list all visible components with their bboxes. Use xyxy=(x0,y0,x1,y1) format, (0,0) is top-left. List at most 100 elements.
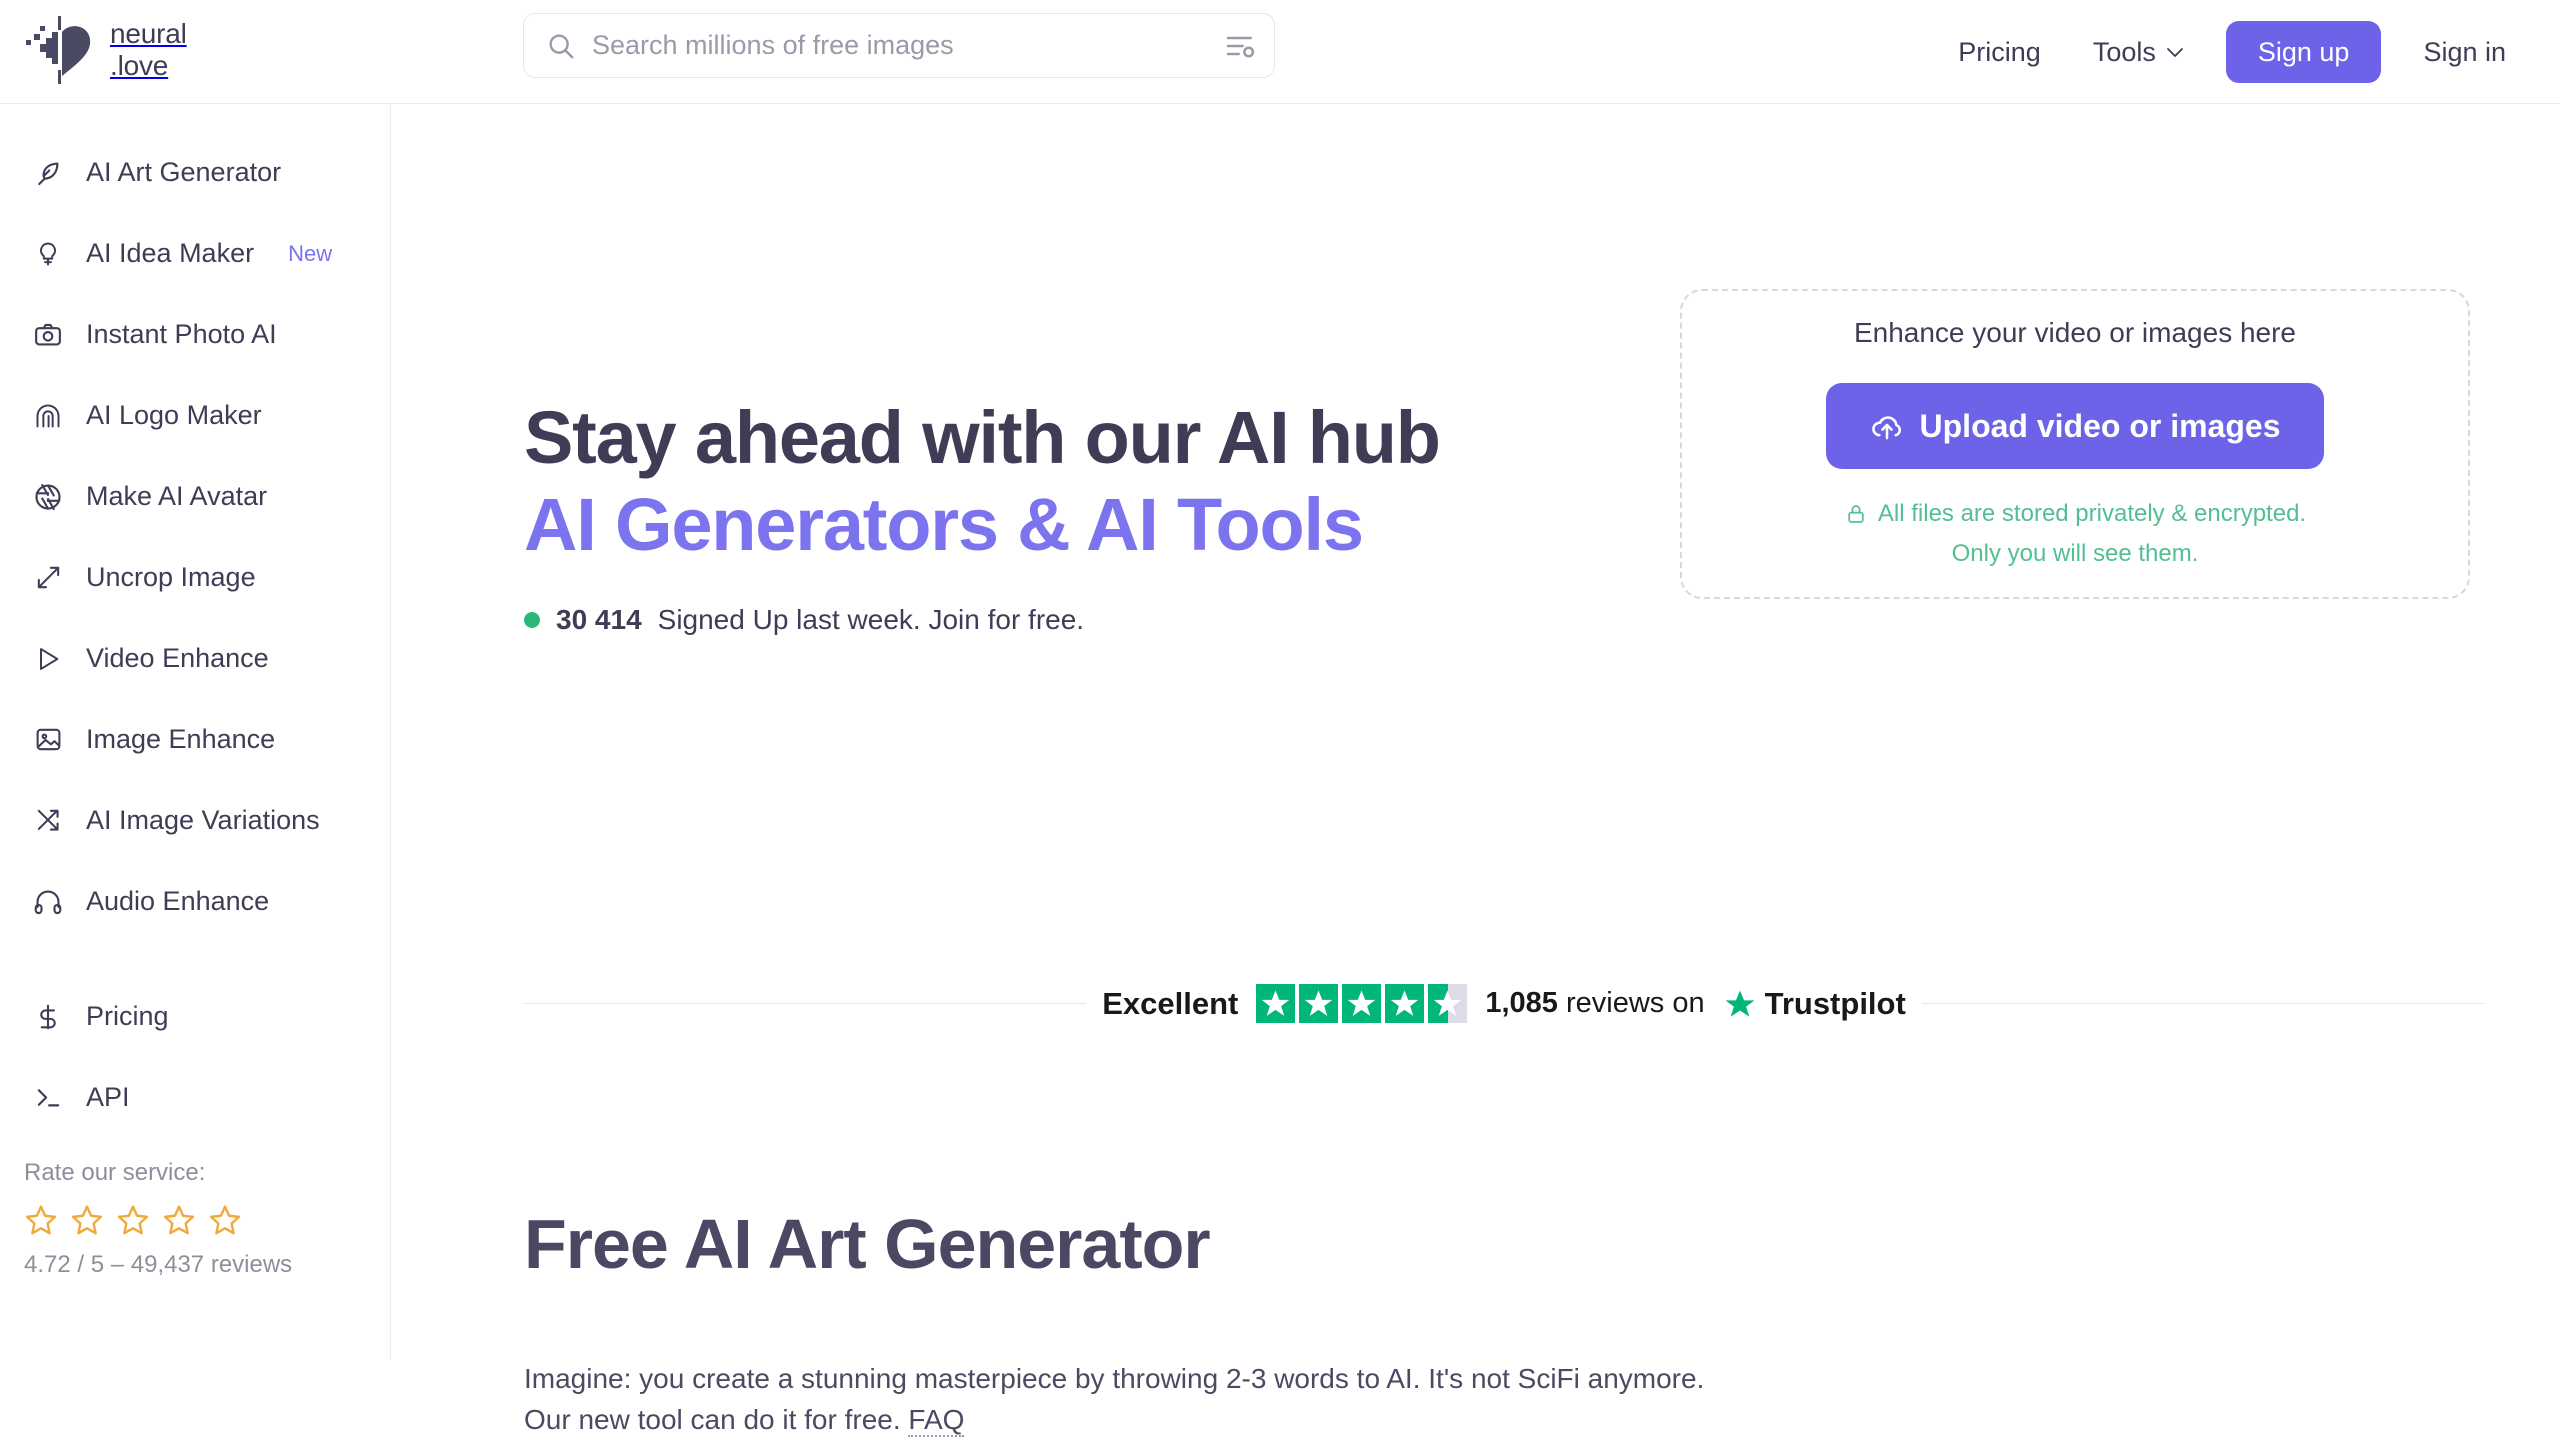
terminal-icon xyxy=(32,1082,64,1114)
trustpilot-star-box xyxy=(1342,984,1382,1023)
divider-right xyxy=(1921,1003,2485,1004)
sidebar-badge-new: New xyxy=(288,240,333,266)
upload-dropzone[interactable]: Enhance your video or images here Upload… xyxy=(1680,289,2470,599)
trustpilot-star-box-half xyxy=(1428,984,1468,1023)
sidebar-item-video-enhance[interactable]: Video Enhance xyxy=(0,618,390,699)
trustpilot-brand[interactable]: Trustpilot xyxy=(1723,986,1906,1022)
sidebar-item-label: Instant Photo AI xyxy=(86,319,277,349)
trustpilot-star-box xyxy=(1385,984,1425,1023)
signup-count: 30 414 xyxy=(556,604,642,635)
shuffle-icon xyxy=(32,805,64,837)
nav-pricing[interactable]: Pricing xyxy=(1932,37,2067,68)
play-triangle-icon xyxy=(32,643,64,675)
aperture-icon xyxy=(32,481,64,513)
trustpilot-stars xyxy=(1256,984,1468,1023)
section-title: Free AI Art Generator xyxy=(524,1205,1211,1283)
sidebar-item-uncrop-image[interactable]: Uncrop Image xyxy=(0,537,390,618)
sign-up-button[interactable]: Sign up xyxy=(2225,21,2382,83)
star-outline-icon[interactable] xyxy=(70,1203,104,1237)
sidebar-item-label: Pricing xyxy=(86,1001,169,1031)
filter-settings-icon[interactable] xyxy=(1224,30,1256,62)
privacy-note: All files are stored privately & encrypt… xyxy=(1844,497,2306,570)
trustpilot-star-box xyxy=(1299,984,1339,1023)
sidebar-item-api[interactable]: API xyxy=(0,1057,390,1138)
section-body-line1: Imagine: you create a stunning masterpie… xyxy=(524,1363,1705,1394)
sidebar-item-ai-art-generator[interactable]: AI Art Generator xyxy=(0,132,390,213)
rate-our-service-block: Rate our service: 4.72 / 5 – 49,437 revi… xyxy=(24,1159,374,1279)
expand-diagonal-icon xyxy=(32,562,64,594)
rate-title: Rate our service: xyxy=(24,1159,206,1186)
hero-title-line1: Stay ahead with our AI hub xyxy=(524,396,1441,479)
sidebar-item-instant-photo-ai[interactable]: Instant Photo AI xyxy=(0,294,390,375)
dropzone-title: Enhance your video or images here xyxy=(1853,317,2297,349)
sidebar-item-label: Uncrop Image xyxy=(86,562,256,592)
brand-logo[interactable]: neural .love xyxy=(24,16,187,84)
divider-left xyxy=(524,1003,1087,1004)
sidebar-item-image-enhance[interactable]: Image Enhance xyxy=(0,699,390,780)
sidebar-item-label: Audio Enhance xyxy=(86,886,270,916)
faq-link[interactable]: FAQ xyxy=(908,1403,965,1437)
top-navigation: Pricing Tools Sign up Sign in xyxy=(1932,0,2532,104)
chevron-down-icon xyxy=(2166,47,2183,57)
privacy-note-line2: Only you will see them. xyxy=(1951,539,2199,567)
star-outline-icon[interactable] xyxy=(24,1203,58,1237)
section-body-line2: Our new tool can do it for free. FAQ xyxy=(524,1400,1704,1441)
nav-tools[interactable]: Tools xyxy=(2067,37,2210,68)
lock-icon xyxy=(1848,505,1864,524)
pixel-heart-icon xyxy=(26,16,91,84)
sidebar-item-label: Make AI Avatar xyxy=(86,481,268,511)
trustpilot-brand-label: Trustpilot xyxy=(1764,985,1906,1021)
sidebar-item-ai-logo-maker[interactable]: AI Logo Maker xyxy=(0,375,390,456)
star-outline-icon[interactable] xyxy=(116,1203,150,1237)
search-icon xyxy=(549,33,574,58)
nav-sign-in[interactable]: Sign in xyxy=(2397,37,2532,68)
star-outline-icon[interactable] xyxy=(208,1203,242,1237)
upload-button-label: Upload video or images xyxy=(1919,407,2281,444)
search-input[interactable] xyxy=(592,30,1214,61)
brand-name: neural .love xyxy=(110,18,187,81)
sidebar-item-make-ai-avatar[interactable]: Make AI Avatar xyxy=(0,456,390,537)
sidebar-item-label: API xyxy=(86,1082,130,1112)
arch-logo-icon xyxy=(32,400,64,432)
upload-button[interactable]: Upload video or images xyxy=(1825,383,2325,470)
rating-stars[interactable] xyxy=(24,1203,374,1237)
sidebar-item-ai-idea-maker[interactable]: AI Idea Maker New xyxy=(0,213,390,294)
search-bar[interactable] xyxy=(523,13,1275,78)
nav-pricing-label: Pricing xyxy=(1958,36,2041,67)
headphones-icon xyxy=(32,886,64,918)
main-content: Stay ahead with our AI hub AI Generators… xyxy=(391,104,2560,1437)
privacy-note-line1: All files are stored privately & encrypt… xyxy=(1877,500,2307,528)
hero-title-line2: AI Generators & AI Tools xyxy=(524,483,1364,567)
brand-name-line2: .love xyxy=(110,50,169,81)
sidebar-item-label: Video Enhance xyxy=(86,643,269,673)
trustpilot-star-icon xyxy=(1725,990,1755,1017)
sidebar-item-label: AI Art Generator xyxy=(86,157,282,187)
star-outline-icon[interactable] xyxy=(162,1203,196,1237)
sidebar-item-audio-enhance[interactable]: Audio Enhance xyxy=(0,861,390,942)
rate-summary: 4.72 / 5 – 49,437 reviews xyxy=(24,1251,293,1278)
nav-tools-label: Tools xyxy=(2092,36,2156,67)
section-body-line2-text: Our new tool can do it for free. xyxy=(524,1403,909,1435)
image-icon xyxy=(32,724,64,756)
sidebar-item-label: Image Enhance xyxy=(86,724,276,754)
top-header: neural .love Pricing Tools Sign up Sign … xyxy=(0,0,2560,104)
camera-icon xyxy=(32,319,64,351)
dollar-icon xyxy=(32,1001,64,1033)
trustpilot-rating-word: Excellent xyxy=(1102,985,1239,1021)
status-dot-icon xyxy=(524,612,540,628)
nav-sign-in-label: Sign in xyxy=(2423,36,2506,67)
sidebar-item-pricing[interactable]: Pricing xyxy=(0,976,390,1057)
trustpilot-reviews: 1,085 reviews on xyxy=(1485,987,1704,1020)
page-title: Stay ahead with our AI hub AI Generators… xyxy=(524,394,1441,569)
section-body: Imagine: you create a stunning masterpie… xyxy=(524,1359,1704,1441)
brand-name-line1: neural xyxy=(110,18,187,50)
sidebar: AI Art Generator AI Idea Maker New Insta… xyxy=(0,104,391,1360)
sidebar-item-label: AI Logo Maker xyxy=(86,400,262,430)
sidebar-item-label: AI Idea Maker xyxy=(86,238,255,268)
sidebar-item-ai-image-variations[interactable]: AI Image Variations xyxy=(0,780,390,861)
lightbulb-icon xyxy=(32,238,64,270)
trustpilot-star-box xyxy=(1256,984,1296,1023)
sidebar-item-label: AI Image Variations xyxy=(86,805,320,835)
trustpilot-bar: Excellent 1,085 reviews on Trustpilot xyxy=(524,984,2485,1023)
cloud-upload-icon xyxy=(1871,416,1901,440)
